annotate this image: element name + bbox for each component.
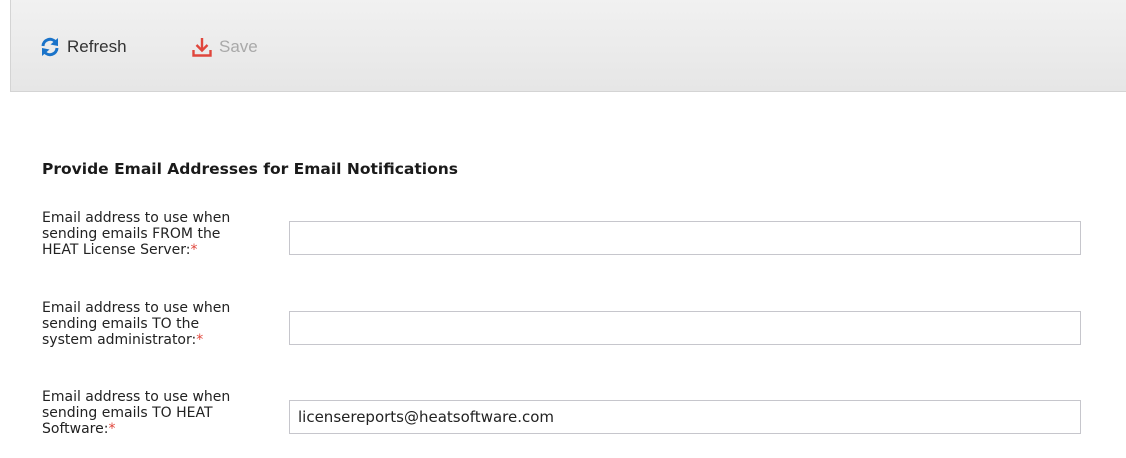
from-email-label: Email address to use when sending emails… (42, 210, 282, 258)
required-marker: * (196, 332, 204, 348)
refresh-icon (39, 36, 61, 58)
label-line: sending emails FROM the (42, 226, 221, 242)
download-icon (191, 36, 213, 58)
label-line: system administrator:* (42, 332, 204, 348)
heat-email-label: Email address to use when sending emails… (42, 389, 282, 437)
refresh-button[interactable]: Refresh (39, 36, 127, 58)
admin-email-label: Email address to use when sending emails… (42, 300, 282, 348)
label-line: Email address to use when (42, 300, 231, 316)
save-label: Save (219, 37, 258, 56)
heat-email-input[interactable] (289, 400, 1081, 434)
label-line: Software:* (42, 421, 116, 437)
label-line: HEAT License Server:* (42, 242, 198, 258)
label-line: Email address to use when (42, 389, 231, 405)
section-title: Provide Email Addresses for Email Notifi… (42, 160, 458, 178)
refresh-label: Refresh (67, 37, 127, 56)
label-line: Email address to use when (42, 210, 231, 226)
label-line: sending emails TO HEAT (42, 405, 213, 421)
admin-email-input[interactable] (289, 311, 1081, 345)
required-marker: * (190, 242, 198, 258)
toolbar: Refresh Save (10, 0, 1126, 92)
label-line: sending emails TO the (42, 316, 200, 332)
from-email-input[interactable] (289, 221, 1081, 255)
required-marker: * (108, 421, 116, 437)
save-button[interactable]: Save (191, 36, 258, 58)
